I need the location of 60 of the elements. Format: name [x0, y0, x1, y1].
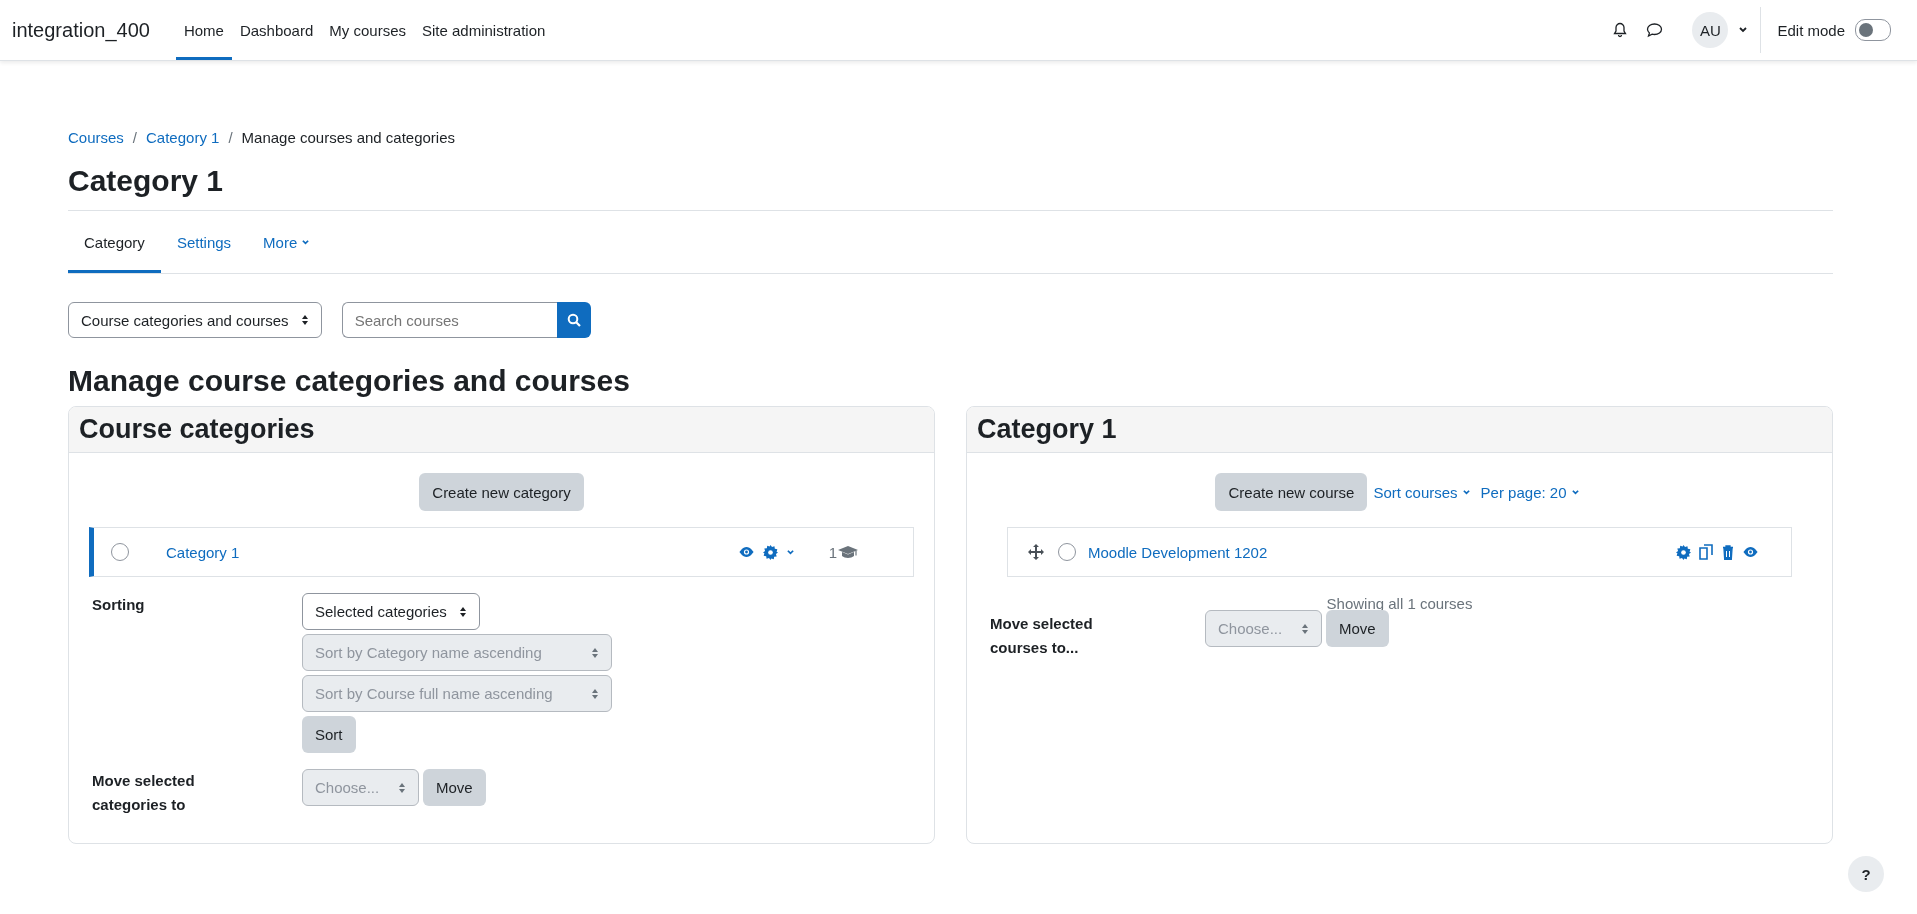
category-row[interactable]: Category 1 1 [89, 527, 914, 577]
move-button[interactable]: Move [1326, 610, 1389, 647]
tab[interactable]: More [247, 211, 327, 273]
caret-icon [1570, 488, 1580, 496]
user-avatar[interactable]: AU [1692, 12, 1729, 48]
nav-link[interactable]: Home [175, 0, 232, 60]
settings-icon[interactable] [762, 544, 778, 560]
bell-icon[interactable] [1612, 22, 1629, 38]
help-button[interactable]: ? [1848, 856, 1884, 892]
sort-arrows-icon [591, 687, 599, 700]
chat-icon[interactable] [1646, 22, 1664, 38]
page-title: Category 1 [68, 164, 225, 198]
course-count: 1 [828, 543, 837, 561]
tab[interactable]: Category [68, 211, 161, 273]
move-icon[interactable] [1028, 544, 1044, 560]
eye-icon[interactable] [737, 546, 755, 558]
search-button[interactable] [556, 302, 591, 338]
view-select[interactable]: Course categories and courses [68, 302, 322, 338]
trash-icon[interactable] [1722, 544, 1734, 560]
search-field[interactable]: Search courses [341, 302, 557, 338]
course-link[interactable]: Moodle Development 1202 [1088, 543, 1676, 561]
eye-icon[interactable] [1742, 546, 1759, 558]
sort-courses-dropdown[interactable]: Sort courses [1369, 483, 1475, 501]
sort-arrows-icon [591, 646, 599, 659]
search-icon [566, 313, 581, 327]
panel-title: Course categories [79, 414, 315, 445]
edit-mode-toggle[interactable] [1855, 19, 1891, 41]
sorting-label: Sorting [92, 595, 146, 615]
sort-button[interactable]: Sort [302, 716, 356, 753]
breadcrumb-current: Manage courses and categories [241, 129, 456, 146]
caret-icon [1461, 488, 1471, 496]
create-category-button[interactable]: Create new category [419, 473, 584, 511]
section-heading: Manage course categories and courses [68, 364, 631, 398]
category-link[interactable]: Category 1 [166, 543, 738, 561]
edit-mode-label: Edit mode [1777, 21, 1845, 39]
nav-link[interactable]: Site administration [414, 0, 554, 60]
settings-icon[interactable] [1676, 544, 1691, 560]
breadcrumb-link[interactable]: Category 1 [146, 129, 220, 146]
nav-link[interactable]: My courses [321, 0, 414, 60]
site-name[interactable]: integration_400 [12, 18, 150, 42]
panel-title: Category 1 [977, 414, 1117, 445]
nav-link[interactable]: Dashboard [231, 0, 322, 60]
move-button[interactable]: Move [423, 769, 486, 806]
sort-arrows-icon [458, 605, 467, 618]
tab[interactable]: Settings [160, 211, 248, 273]
sort-arrows-icon [398, 781, 406, 794]
breadcrumb-link[interactable]: Courses [68, 129, 124, 146]
create-course-button[interactable]: Create new course [1215, 473, 1368, 511]
sort-select[interactable]: Selected categories [302, 593, 480, 630]
move-categories-label: Move selected categories to [92, 771, 196, 815]
caret-icon[interactable] [1738, 26, 1749, 34]
breadcrumb-separator: / [132, 129, 138, 146]
sort-arrows-icon [1301, 622, 1309, 635]
graduation-cap-icon [837, 545, 859, 559]
per-page-dropdown[interactable]: Per page: 20 [1476, 483, 1584, 501]
move-courses-label: Move selected courses to... [990, 614, 1094, 658]
sort-arrows-icon [300, 314, 309, 326]
copy-icon[interactable] [1699, 544, 1714, 560]
breadcrumb-separator: / [228, 129, 233, 146]
course-count-summary: Showing all 1 courses [1326, 595, 1473, 612]
